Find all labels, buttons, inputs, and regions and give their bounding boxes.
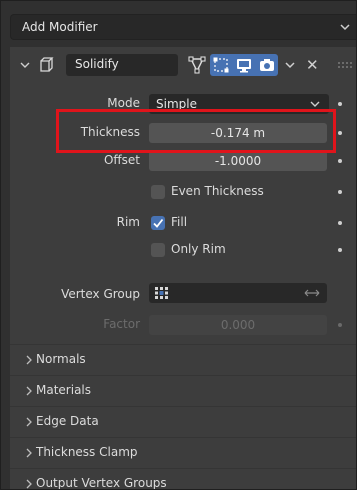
properties-editor: Add Modifier Solidify ✕ Mode Simple Thic… <box>0 0 357 490</box>
chevron-right-icon <box>26 417 32 427</box>
camera-icon <box>260 59 274 71</box>
thickness-field[interactable]: -0.174 m <box>149 123 327 143</box>
chevron-right-icon <box>26 448 32 458</box>
subpanel-label: Normals <box>36 352 86 366</box>
chevron-right-icon <box>26 386 32 396</box>
offset-field[interactable]: -1.0000 <box>149 151 327 171</box>
fill-checkbox[interactable] <box>151 216 165 230</box>
fill-label: Fill <box>171 215 188 229</box>
subpanel-thickness-clamp[interactable]: Thickness Clamp <box>10 437 356 468</box>
monitor-icon <box>237 59 251 73</box>
only-rim-label: Only Rim <box>171 242 226 256</box>
mode-select[interactable]: Simple <box>149 94 329 114</box>
vertex-group-icon <box>155 287 168 299</box>
thickness-label: Thickness <box>80 125 140 139</box>
checkmark-icon <box>153 218 164 228</box>
invert-arrows-icon[interactable] <box>302 285 322 301</box>
only-rim-keyframe-dot[interactable] <box>338 248 342 252</box>
subpanel-materials[interactable]: Materials <box>10 375 356 406</box>
add-modifier-label: Add Modifier <box>22 20 98 34</box>
chevron-down-icon <box>340 24 350 31</box>
subpanel-label: Output Vertex Groups <box>36 476 167 490</box>
modifier-menu-chevron-icon[interactable] <box>283 58 297 72</box>
rim-label: Rim <box>116 215 140 229</box>
only-rim-checkbox[interactable] <box>151 243 165 257</box>
vertex-group-field[interactable] <box>149 283 327 303</box>
vertex-group-label: Vertex Group <box>61 287 140 301</box>
subpanel-label: Materials <box>36 383 92 397</box>
offset-label: Offset <box>103 153 140 167</box>
even-thickness-checkbox[interactable] <box>151 185 165 199</box>
factor-keyframe-dot <box>338 323 342 327</box>
solidify-modifier-icon <box>40 57 54 72</box>
subpanel-edge-data[interactable]: Edge Data <box>10 406 356 437</box>
even-thickness-label: Even Thickness <box>171 184 264 198</box>
subpanel-output-vertex-groups[interactable]: Output Vertex Groups <box>10 468 356 490</box>
modifier-name-field[interactable]: Solidify <box>66 54 178 76</box>
close-icon[interactable]: ✕ <box>306 56 319 74</box>
grip-icon[interactable] <box>337 61 353 69</box>
factor-label: Factor <box>103 317 140 331</box>
vertex-triangle-icon <box>188 56 206 74</box>
mode-label: Mode <box>107 96 140 110</box>
thickness-keyframe-dot[interactable] <box>338 131 342 135</box>
edit-mode-toggle[interactable] <box>184 54 210 76</box>
on-cage-toggle[interactable] <box>210 54 232 76</box>
fill-keyframe-dot[interactable] <box>338 221 342 225</box>
mode-value: Simple <box>156 97 197 111</box>
even-thickness-keyframe-dot[interactable] <box>338 190 342 194</box>
subpanel-label: Edge Data <box>36 414 99 428</box>
render-toggle[interactable] <box>256 54 278 76</box>
mode-keyframe-dot[interactable] <box>338 102 342 106</box>
modifier-header: Solidify ✕ <box>10 47 356 81</box>
chevron-right-icon <box>26 479 32 489</box>
modifier-name: Solidify <box>75 57 119 71</box>
chevron-right-icon <box>26 355 32 365</box>
offset-keyframe-dot[interactable] <box>338 159 342 163</box>
chevron-down-icon <box>310 101 320 107</box>
subpanel-label: Thickness Clamp <box>36 445 138 459</box>
factor-field: 0.000 <box>149 315 327 335</box>
subpanel-normals[interactable]: Normals <box>10 344 356 375</box>
add-modifier-dropdown[interactable]: Add Modifier <box>10 14 356 40</box>
solidify-modifier-panel: Solidify ✕ Mode Simple Thickness -0.174 … <box>10 47 356 490</box>
viewport-toggle[interactable] <box>232 54 256 76</box>
cage-icon <box>213 57 229 73</box>
collapse-chevron-icon[interactable] <box>19 59 31 71</box>
